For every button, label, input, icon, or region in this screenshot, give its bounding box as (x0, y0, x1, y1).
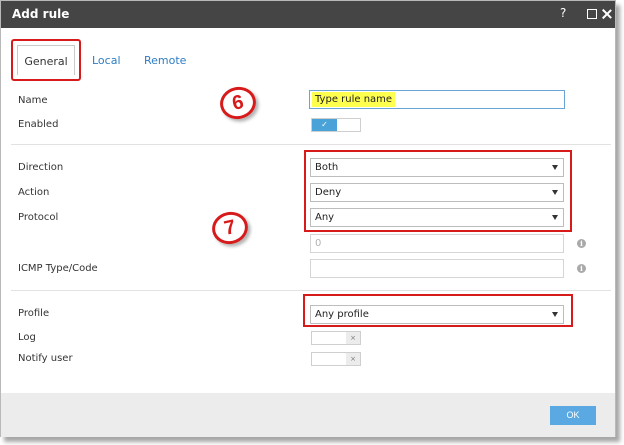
protocol-label: Protocol (18, 212, 59, 223)
profile-label: Profile (18, 308, 50, 319)
cross-icon: × (346, 332, 360, 344)
dropdown-caret-icon (552, 215, 558, 220)
name-label: Name (18, 95, 48, 106)
help-icon[interactable]: ? (560, 6, 566, 20)
name-input-value: Type rule name (312, 92, 396, 107)
direction-label: Direction (18, 162, 64, 173)
notify-user-label: Notify user (18, 353, 73, 364)
step-six-annotation: 6 (217, 83, 259, 123)
divider (11, 290, 611, 291)
ok-button[interactable]: OK (550, 406, 596, 425)
close-icon[interactable] (602, 8, 612, 20)
add-rule-dialog: Add rule ? General Local Remote Name 6 T… (0, 0, 616, 437)
direction-select[interactable]: Both (310, 158, 564, 177)
tab-local[interactable]: Local (92, 51, 121, 77)
checkmark-icon: ✓ (312, 119, 337, 131)
dropdown-caret-icon (552, 190, 558, 195)
dropdown-caret-icon (552, 165, 558, 170)
protocol-select[interactable]: Any (310, 208, 564, 227)
protocol-number-input[interactable]: 0 (310, 234, 564, 253)
enabled-toggle[interactable]: ✓ (311, 118, 361, 132)
step-seven-annotation: 7 (209, 208, 251, 248)
protocol-number-placeholder: 0 (315, 238, 322, 249)
divider (11, 144, 611, 145)
tab-general-highlight: General (11, 39, 81, 81)
profile-select-value: Any profile (315, 309, 369, 320)
title-bar: Add rule ? (1, 1, 615, 28)
icmp-label: ICMP Type/Code (18, 263, 98, 274)
dialog-title: Add rule (12, 7, 70, 21)
info-icon[interactable]: i (577, 239, 586, 248)
icmp-input[interactable] (310, 259, 564, 278)
dialog-footer: OK (1, 393, 615, 437)
profile-select[interactable]: Any profile (310, 305, 564, 324)
action-select-value: Deny (315, 187, 342, 198)
protocol-select-value: Any (315, 212, 335, 223)
log-label: Log (18, 332, 36, 343)
name-input[interactable]: Type rule name (309, 90, 565, 109)
tab-remote[interactable]: Remote (144, 51, 186, 77)
action-label: Action (18, 187, 50, 198)
dropdown-caret-icon (552, 312, 558, 317)
cross-icon: × (346, 353, 360, 365)
direction-select-value: Both (315, 162, 339, 173)
info-icon[interactable]: i (577, 264, 586, 273)
notify-user-toggle[interactable]: × (311, 352, 361, 366)
enabled-label: Enabled (18, 119, 59, 130)
action-select[interactable]: Deny (310, 183, 564, 202)
log-toggle[interactable]: × (311, 331, 361, 345)
tab-general[interactable]: General (17, 45, 75, 75)
maximize-icon[interactable] (587, 9, 597, 19)
